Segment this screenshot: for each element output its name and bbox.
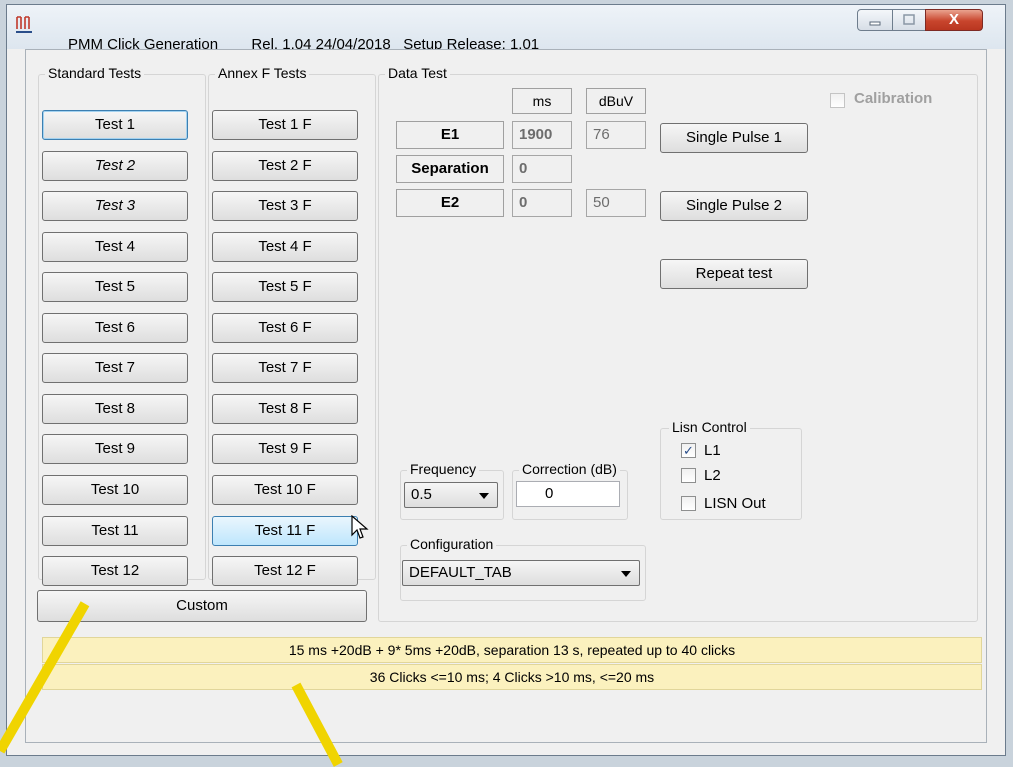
standard-test-8-label: Test 8 bbox=[94, 400, 136, 417]
ms-column-header: ms bbox=[512, 88, 572, 114]
annex-test-12-label: Test 12 F bbox=[254, 562, 316, 579]
standard-test-10-label: Test 10 bbox=[90, 481, 140, 498]
minimize-icon bbox=[869, 21, 881, 26]
calibration-label: Calibration bbox=[854, 90, 933, 107]
standard-test-1-button[interactable]: Test 1 bbox=[42, 110, 188, 140]
minimize-button[interactable] bbox=[857, 9, 893, 31]
close-icon: X bbox=[948, 11, 959, 28]
standard-test-5-label: Test 5 bbox=[94, 278, 136, 295]
e2-label: E2 bbox=[396, 189, 504, 217]
standard-test-2-button[interactable]: Test 2 bbox=[42, 151, 188, 181]
application-window: PMM Click Generation Rel. 1.04 24/04/201… bbox=[6, 4, 1006, 756]
annex-test-1-label: Test 1 F bbox=[258, 116, 312, 133]
e1-label: E1 bbox=[396, 121, 504, 149]
standard-test-2-label: Test 2 bbox=[94, 157, 136, 174]
mouse-cursor-icon bbox=[351, 514, 369, 544]
standard-tests-label: Standard Tests bbox=[45, 65, 145, 81]
annex-test-5-label: Test 5 F bbox=[258, 278, 312, 295]
configuration-label: Configuration bbox=[407, 536, 497, 552]
standard-test-12-label: Test 12 bbox=[90, 562, 140, 579]
annex-f-tests-label: Annex F Tests bbox=[215, 65, 310, 81]
annex-test-6-label: Test 6 F bbox=[258, 319, 312, 336]
app-logo-icon bbox=[15, 15, 33, 35]
client-area: Standard Tests Annex F Tests Custom Data… bbox=[25, 49, 987, 743]
single-pulse-1-button[interactable]: Single Pulse 1 bbox=[660, 123, 808, 153]
click-summary-bar: 36 Clicks <=10 ms; 4 Clicks >10 ms, <=20… bbox=[42, 664, 982, 690]
title-bar[interactable]: PMM Click Generation Rel. 1.04 24/04/201… bbox=[7, 5, 1005, 53]
standard-test-7-label: Test 7 bbox=[94, 359, 136, 376]
standard-test-6-label: Test 6 bbox=[94, 319, 136, 336]
standard-test-6-button[interactable]: Test 6 bbox=[42, 313, 188, 343]
lisn-control-label: Lisn Control bbox=[669, 419, 750, 435]
standard-test-10-button[interactable]: Test 10 bbox=[42, 475, 188, 505]
annex-test-3-label: Test 3 F bbox=[258, 197, 312, 214]
configuration-select[interactable]: DEFAULT_TAB bbox=[402, 560, 640, 586]
test-description-bar: 15 ms +20dB + 9* 5ms +20dB, separation 1… bbox=[42, 637, 982, 663]
standard-test-11-button[interactable]: Test 11 bbox=[42, 516, 188, 546]
standard-test-3-label: Test 3 bbox=[94, 197, 136, 214]
frequency-label: Frequency bbox=[407, 461, 480, 477]
standard-test-4-label: Test 4 bbox=[94, 238, 136, 255]
annex-test-4-label: Test 4 F bbox=[258, 238, 312, 255]
l1-checkbox[interactable]: ✓ bbox=[681, 443, 696, 458]
annex-test-9-button[interactable]: Test 9 F bbox=[212, 434, 358, 464]
configuration-value: DEFAULT_TAB bbox=[409, 564, 512, 581]
close-button[interactable]: X bbox=[925, 9, 983, 31]
data-test-label: Data Test bbox=[385, 65, 450, 81]
e2-ms-field[interactable]: 0 bbox=[512, 189, 572, 217]
maximize-icon bbox=[903, 14, 915, 25]
frequency-value: 0.5 bbox=[411, 486, 432, 503]
chevron-down-icon bbox=[479, 493, 489, 499]
standard-test-3-button[interactable]: Test 3 bbox=[42, 191, 188, 221]
dbuv-column-header: dBuV bbox=[586, 88, 646, 114]
maximize-button[interactable] bbox=[892, 9, 926, 31]
annex-test-10-button[interactable]: Test 10 F bbox=[212, 475, 358, 505]
l2-label: L2 bbox=[704, 467, 721, 484]
annex-test-11-button[interactable]: Test 11 F bbox=[212, 516, 358, 546]
single-pulse-2-button[interactable]: Single Pulse 2 bbox=[660, 191, 808, 221]
standard-test-4-button[interactable]: Test 4 bbox=[42, 232, 188, 262]
annex-test-12-button[interactable]: Test 12 F bbox=[212, 556, 358, 586]
standard-test-7-button[interactable]: Test 7 bbox=[42, 353, 188, 383]
annex-test-5-button[interactable]: Test 5 F bbox=[212, 272, 358, 302]
e1-dbuv-field[interactable]: 76 bbox=[586, 121, 646, 149]
annex-test-7-label: Test 7 F bbox=[258, 359, 312, 376]
annex-test-10-label: Test 10 F bbox=[254, 481, 316, 498]
standard-test-8-button[interactable]: Test 8 bbox=[42, 394, 188, 424]
annex-test-2-label: Test 2 F bbox=[258, 157, 312, 174]
standard-test-9-label: Test 9 bbox=[94, 440, 136, 457]
window-controls: X bbox=[857, 9, 989, 35]
annex-test-2-button[interactable]: Test 2 F bbox=[212, 151, 358, 181]
lisn-out-checkbox[interactable] bbox=[681, 496, 696, 511]
frequency-select[interactable]: 0.5 bbox=[404, 482, 498, 508]
correction-input[interactable]: 0 bbox=[516, 481, 620, 507]
annex-test-8-button[interactable]: Test 8 F bbox=[212, 394, 358, 424]
standard-test-1-label: Test 1 bbox=[94, 116, 136, 133]
repeat-test-button[interactable]: Repeat test bbox=[660, 259, 808, 289]
lisn-out-label: LISN Out bbox=[704, 495, 766, 512]
e2-dbuv-field[interactable]: 50 bbox=[586, 189, 646, 217]
annex-test-3-button[interactable]: Test 3 F bbox=[212, 191, 358, 221]
standard-test-9-button[interactable]: Test 9 bbox=[42, 434, 188, 464]
l1-label: L1 bbox=[704, 442, 721, 459]
annex-test-1-button[interactable]: Test 1 F bbox=[212, 110, 358, 140]
e1-ms-field[interactable]: 1900 bbox=[512, 121, 572, 149]
standard-test-12-button[interactable]: Test 12 bbox=[42, 556, 188, 586]
annex-test-9-label: Test 9 F bbox=[258, 440, 312, 457]
standard-test-5-button[interactable]: Test 5 bbox=[42, 272, 188, 302]
separation-ms-field[interactable]: 0 bbox=[512, 155, 572, 183]
annex-test-4-button[interactable]: Test 4 F bbox=[212, 232, 358, 262]
annex-test-7-button[interactable]: Test 7 F bbox=[212, 353, 358, 383]
standard-test-11-label: Test 11 bbox=[91, 522, 139, 539]
separation-label: Separation bbox=[396, 155, 504, 183]
chevron-down-icon bbox=[621, 571, 631, 577]
calibration-checkbox[interactable] bbox=[830, 93, 845, 108]
annex-test-8-label: Test 8 F bbox=[258, 400, 312, 417]
annex-test-11-label: Test 11 F bbox=[254, 522, 316, 539]
correction-label: Correction (dB) bbox=[519, 461, 620, 477]
annex-test-6-button[interactable]: Test 6 F bbox=[212, 313, 358, 343]
l2-checkbox[interactable] bbox=[681, 468, 696, 483]
